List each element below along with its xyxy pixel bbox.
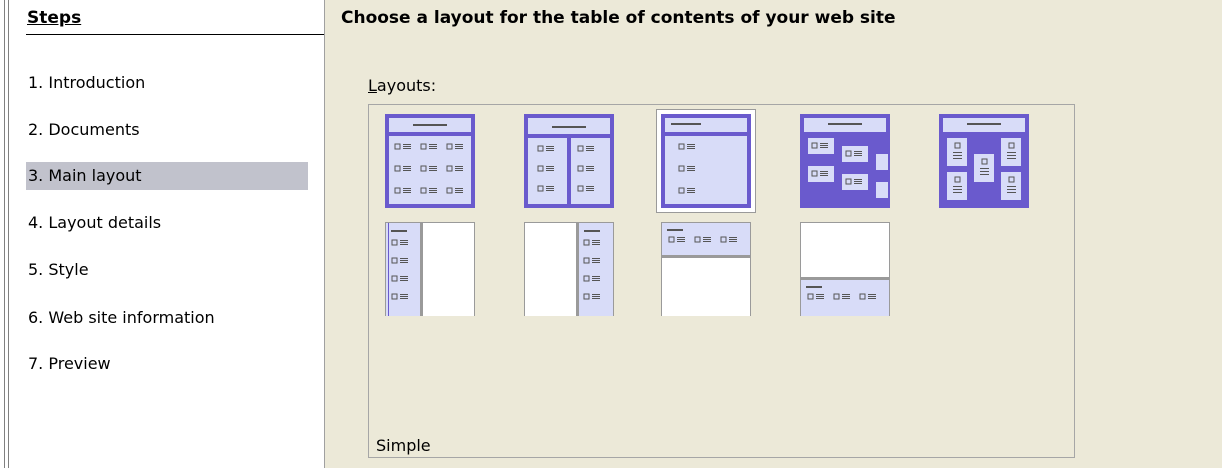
step-main-layout[interactable]: 3. Main layout [26, 162, 308, 190]
layout-table-3col[interactable] [385, 114, 475, 208]
step-web-site-information[interactable]: 6. Web site information [26, 304, 308, 332]
layout-table-2col[interactable] [524, 114, 614, 208]
step-layout-details[interactable]: 4. Layout details [26, 209, 308, 237]
step-documents[interactable]: 2. Documents [26, 116, 308, 144]
step-preview[interactable]: 7. Preview [26, 350, 308, 378]
window-edge-inner [8, 0, 9, 468]
layout-frame-right[interactable] [524, 222, 614, 316]
layout-icons-centered[interactable] [939, 114, 1029, 208]
step-style[interactable]: 5. Style [26, 256, 308, 284]
layouts-label-mnemonic: L [368, 76, 377, 95]
layout-simple[interactable] [657, 110, 755, 212]
layout-frame-bottom[interactable] [800, 222, 890, 316]
layouts-label-text: ayouts: [376, 76, 437, 95]
selected-layout-name: Simple [376, 436, 431, 455]
page-title: Choose a layout for the table of content… [341, 8, 896, 28]
layouts-label: Layouts: [368, 76, 436, 95]
steps-title: Steps [27, 8, 82, 28]
layout-frame-left[interactable] [385, 222, 475, 316]
layout-staggered[interactable] [800, 114, 890, 208]
window-edge [4, 0, 5, 468]
steps-divider [26, 34, 324, 35]
main-panel: Choose a layout for the table of content… [325, 0, 1222, 468]
step-introduction[interactable]: 1. Introduction [26, 69, 308, 97]
layout-frame-top[interactable] [661, 222, 751, 316]
